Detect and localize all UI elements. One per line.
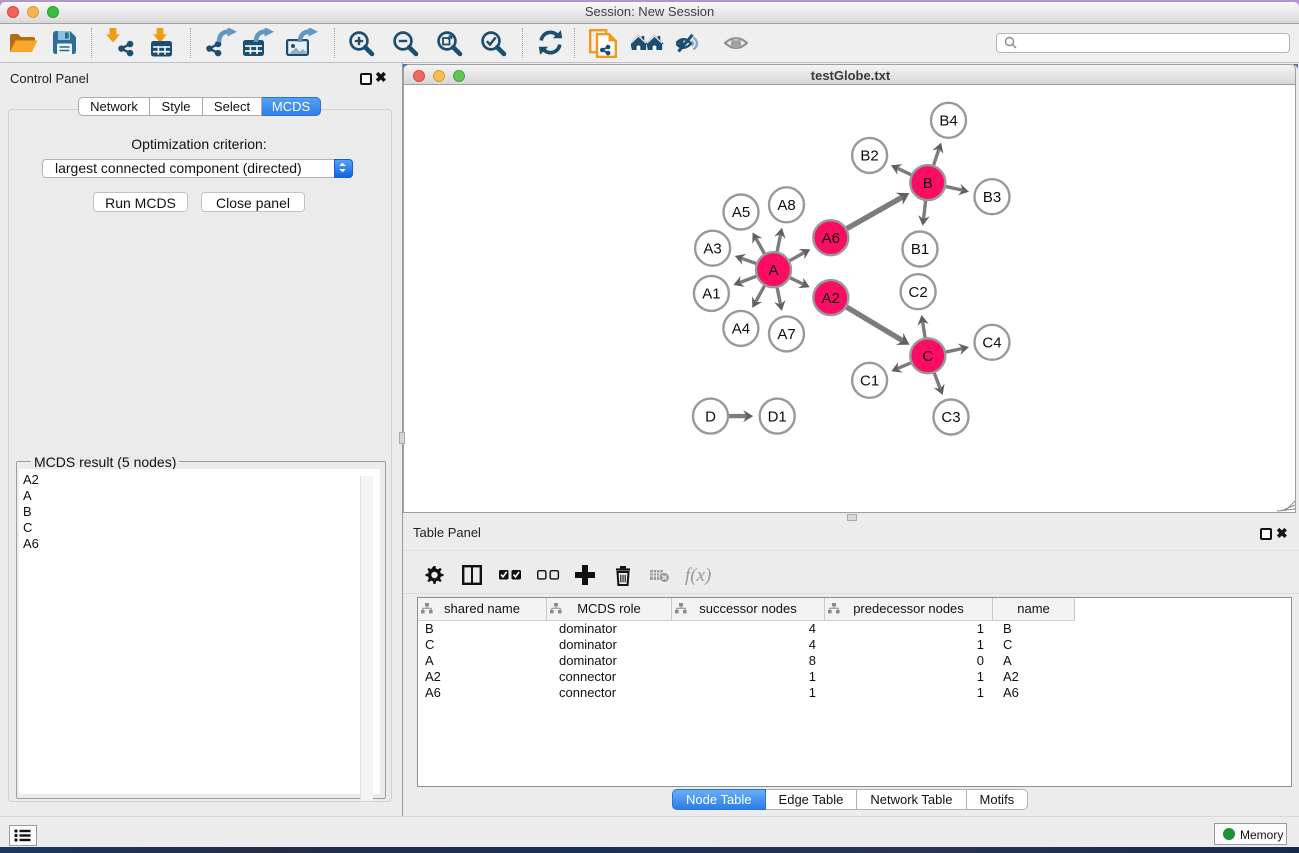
svg-text:A6: A6 bbox=[822, 230, 840, 247]
svg-text:f(x): f(x) bbox=[685, 565, 711, 586]
svg-text:A8: A8 bbox=[777, 197, 795, 214]
svg-text:B3: B3 bbox=[983, 189, 1001, 206]
svg-text:C4: C4 bbox=[982, 335, 1001, 352]
svg-text:D: D bbox=[705, 408, 716, 425]
svg-text:B2: B2 bbox=[860, 148, 878, 165]
svg-text:A4: A4 bbox=[732, 321, 750, 338]
svg-text:A3: A3 bbox=[703, 240, 721, 257]
svg-text:B1: B1 bbox=[911, 241, 929, 258]
svg-text:A1: A1 bbox=[702, 286, 720, 303]
svg-text:A2: A2 bbox=[822, 290, 840, 307]
svg-text:A5: A5 bbox=[732, 204, 750, 221]
svg-text:A: A bbox=[768, 262, 778, 279]
svg-text:B4: B4 bbox=[939, 113, 957, 130]
svg-text:C: C bbox=[922, 348, 933, 365]
svg-text:C3: C3 bbox=[941, 409, 960, 426]
svg-text:A7: A7 bbox=[777, 326, 795, 343]
svg-text:D1: D1 bbox=[768, 408, 787, 425]
svg-text:C1: C1 bbox=[860, 373, 879, 390]
svg-text:B: B bbox=[923, 175, 933, 192]
svg-text:C2: C2 bbox=[909, 284, 928, 301]
